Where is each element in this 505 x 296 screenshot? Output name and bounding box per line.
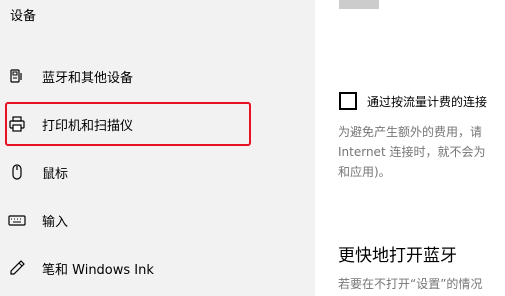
sidebar-item-pen[interactable]: 笔和 Windows Ink <box>0 252 315 284</box>
sidebar-item-mouse[interactable]: 鼠标 <box>0 156 315 188</box>
sidebar-item-label: 笔和 Windows Ink <box>42 263 154 278</box>
description-line: 为避免产生额外的费用，请 <box>338 125 483 139</box>
sidebar-item-label: 蓝牙和其他设备 <box>42 71 134 86</box>
top-button[interactable] <box>339 0 379 9</box>
description-line: 和应用)。 <box>338 165 391 179</box>
description-line: Internet 连接时，就不会为 <box>338 145 486 159</box>
metered-connection-checkbox[interactable] <box>339 92 357 110</box>
sidebar: 设备 蓝牙和其他设备 打印机和扫描仪 鼠标 输入 笔和 Windows Ink <box>0 0 315 296</box>
bluetooth-devices-icon <box>8 67 26 85</box>
metered-connection-description: 为避免产生额外的费用，请 Internet 连接时，就不会为 和应用)。 <box>338 122 505 182</box>
sidebar-item-typing[interactable]: 输入 <box>0 204 315 236</box>
mouse-icon <box>8 163 26 181</box>
sidebar-item-bluetooth[interactable]: 蓝牙和其他设备 <box>0 60 315 92</box>
printers-highlight-box <box>5 102 251 146</box>
main-panel: 通过按流量计费的连接 为避免产生额外的费用，请 Internet 连接时，就不会… <box>315 0 505 296</box>
keyboard-icon <box>8 211 26 229</box>
sidebar-item-label: 鼠标 <box>42 167 69 182</box>
section-description: 若要在不打开“设置”的情况 <box>338 277 483 291</box>
metered-connection-label: 通过按流量计费的连接 <box>367 95 488 109</box>
sidebar-item-label: 输入 <box>42 215 69 230</box>
sidebar-title: 设备 <box>10 9 37 24</box>
section-title: 更快地打开蓝牙 <box>338 246 457 266</box>
pen-icon <box>8 259 26 277</box>
